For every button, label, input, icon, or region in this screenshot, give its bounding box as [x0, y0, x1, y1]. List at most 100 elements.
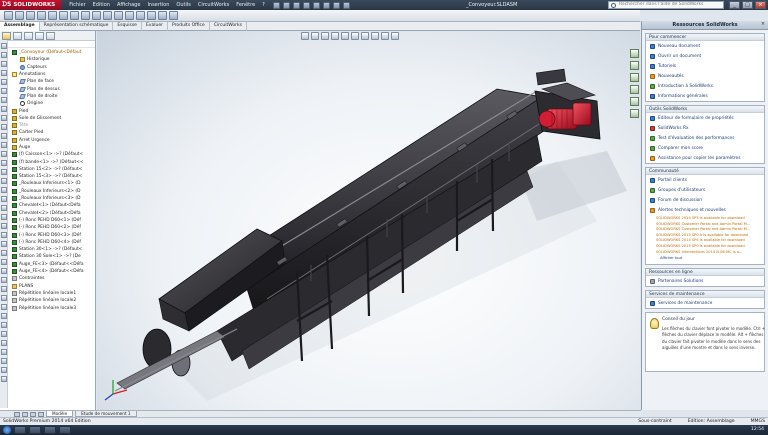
move-component-icon[interactable]: [48, 11, 57, 20]
resource-link[interactable]: Nouveau document: [646, 41, 764, 51]
tool-icon-15[interactable]: [1, 169, 7, 175]
tree-item[interactable]: Annotations: [0, 71, 95, 78]
feature-tree-tab-icon[interactable]: [2, 32, 11, 40]
resource-link[interactable]: Test d'évaluation des performances: [646, 133, 764, 143]
tree-item[interactable]: _Rouleaux Inferieurs<2> (D: [0, 188, 95, 195]
tab-representation-schematique[interactable]: Représentation schématique: [40, 22, 114, 31]
tree-item[interactable]: _Rouleaux Inferieurs<1> (D: [0, 180, 95, 187]
tool-icon-38[interactable]: [1, 376, 7, 382]
tool-icon-19[interactable]: [1, 205, 7, 211]
tree-item[interactable]: Auge_FE<3> (Défaut<<Défa: [0, 261, 95, 268]
tool-icon-6[interactable]: [1, 88, 7, 94]
tree-item[interactable]: Chevalet<1> (Défaut<Défa: [0, 202, 95, 209]
taskbar-app-3[interactable]: [44, 426, 56, 434]
tool-icon-8[interactable]: [1, 106, 7, 112]
tool-icon-20[interactable]: [1, 214, 7, 220]
resource-link[interactable]: Nouveautés: [646, 71, 764, 81]
graphics-area[interactable]: [97, 31, 640, 410]
resource-link[interactable]: Groupes d'utilisateurs: [646, 185, 764, 195]
tool-icon-28[interactable]: [1, 286, 7, 292]
dimxpert-tab-icon[interactable]: [35, 32, 44, 40]
resource-link[interactable]: Comparer mon score: [646, 143, 764, 153]
resource-link[interactable]: Portail clients: [646, 175, 764, 185]
update-speedpak-icon[interactable]: [147, 11, 156, 20]
conveyor-3d-model[interactable]: [97, 31, 640, 410]
news-item[interactable]: SOLIDWORKS 2015 SP0 is available for dow…: [656, 244, 760, 250]
tool-icon-32[interactable]: [1, 322, 7, 328]
tree-item[interactable]: (-) Ronc PEHD D60<4> (Déf: [0, 239, 95, 246]
configuration-manager-tab-icon[interactable]: [24, 32, 33, 40]
display-manager-tab-icon[interactable]: [46, 32, 55, 40]
tree-item[interactable]: (-) Ronc PEHD D60<1> (Déf: [0, 217, 95, 224]
snapshot-icon[interactable]: [158, 11, 167, 20]
reference-geometry-icon[interactable]: [81, 11, 90, 20]
tab-circuitworks[interactable]: CircuitWorks: [210, 22, 247, 31]
file-explorer-tab-icon[interactable]: [630, 73, 639, 82]
new-doc-icon[interactable]: [272, 1, 280, 9]
tool-icon-22[interactable]: [1, 232, 7, 238]
tree-item[interactable]: Répétition linéaire locale1: [0, 290, 95, 297]
next-tab-icon[interactable]: [30, 411, 36, 417]
tree-item[interactable]: (f) bande<1> ->? (Défaut<<: [0, 158, 95, 165]
design-library-tab-icon[interactable]: [630, 61, 639, 70]
explode-line-icon[interactable]: [125, 11, 134, 20]
news-item[interactable]: SOLIDWORKS 2014 SP5 is available for dow…: [656, 216, 760, 222]
exploded-view-icon[interactable]: [114, 11, 123, 20]
resource-link[interactable]: Informations générales: [646, 91, 764, 101]
task-pane-close-icon[interactable]: ×: [760, 22, 766, 28]
maximize-button[interactable]: □: [742, 1, 753, 9]
menu-edition[interactable]: Edition: [93, 2, 110, 8]
custom-properties-tab-icon[interactable]: [630, 109, 639, 118]
taskbar-app-1[interactable]: [14, 426, 26, 434]
tree-item[interactable]: Répétition linéaire locale3: [0, 304, 95, 311]
tool-icon-4[interactable]: [1, 70, 7, 76]
tab-evaluer[interactable]: Evaluer: [142, 22, 168, 31]
resource-link[interactable]: Forum de discussion: [646, 195, 764, 205]
resource-link[interactable]: Editeur de formulaire de propriétés: [646, 113, 764, 123]
tool-icon-25[interactable]: [1, 259, 7, 265]
tool-icon-37[interactable]: [1, 367, 7, 373]
minimize-button[interactable]: _: [729, 1, 740, 9]
tree-item[interactable]: (-) Ronc PEHD D60<2> (Déf: [0, 224, 95, 231]
tree-item[interactable]: Plan de droite: [0, 93, 95, 100]
start-icon[interactable]: [3, 426, 11, 434]
tree-item[interactable]: Sole de Glissement: [0, 115, 95, 122]
tree-item[interactable]: Tête: [0, 122, 95, 129]
tree-item[interactable]: (-) Ronc PEHD D60<3> (Déf: [0, 231, 95, 238]
tool-icon-26[interactable]: [1, 268, 7, 274]
menu-fichier[interactable]: Fichier: [69, 2, 85, 8]
tree-item[interactable]: Station 30 Sole<1> ->? (De: [0, 253, 95, 260]
menu-outils[interactable]: Outils: [176, 2, 190, 8]
print-icon[interactable]: [302, 1, 310, 9]
new-motion-study-icon[interactable]: [92, 11, 101, 20]
tab-produits-office[interactable]: Produits Office: [168, 22, 210, 31]
resource-link[interactable]: Tutoriels: [646, 61, 764, 71]
tool-icon-27[interactable]: [1, 277, 7, 283]
property-manager-tab-icon[interactable]: [13, 32, 22, 40]
news-item[interactable]: SOLIDWORKS Customer Portal and Admin Por…: [656, 227, 760, 233]
prev-tab-icon[interactable]: [22, 411, 28, 417]
smart-fasteners-icon[interactable]: [37, 11, 46, 20]
tool-icon-10[interactable]: [1, 124, 7, 130]
tool-icon-5[interactable]: [1, 79, 7, 85]
tree-item[interactable]: Contraintes: [0, 275, 95, 282]
tree-item[interactable]: Station 30<1> ->? (Défaut<: [0, 246, 95, 253]
tool-icon-7[interactable]: [1, 97, 7, 103]
assembly-features-icon[interactable]: [70, 11, 79, 20]
tree-item[interactable]: Plan de dessus: [0, 85, 95, 92]
tool-icon-18[interactable]: [1, 196, 7, 202]
tool-icon-13[interactable]: [1, 151, 7, 157]
first-tab-icon[interactable]: [14, 411, 20, 417]
menu-help[interactable]: ?: [262, 2, 265, 8]
menu-circuitworks[interactable]: CircuitWorks: [198, 2, 229, 8]
tree-item[interactable]: Plan de face: [0, 78, 95, 85]
section-title[interactable]: Services de maintenance: [646, 291, 764, 299]
tool-icon-24[interactable]: [1, 250, 7, 256]
resources-tab-icon[interactable]: [630, 49, 639, 58]
tree-filter[interactable]: [0, 41, 95, 48]
section-title[interactable]: Pour commencer: [646, 34, 764, 41]
help-search-input[interactable]: Rechercher dans l'aide de SolidWorks: [608, 1, 724, 9]
resource-link[interactable]: Introduction à SolidWorks: [646, 81, 764, 91]
tool-icon-2[interactable]: [1, 52, 7, 58]
tab-esquisse[interactable]: Esquisse: [113, 22, 142, 31]
